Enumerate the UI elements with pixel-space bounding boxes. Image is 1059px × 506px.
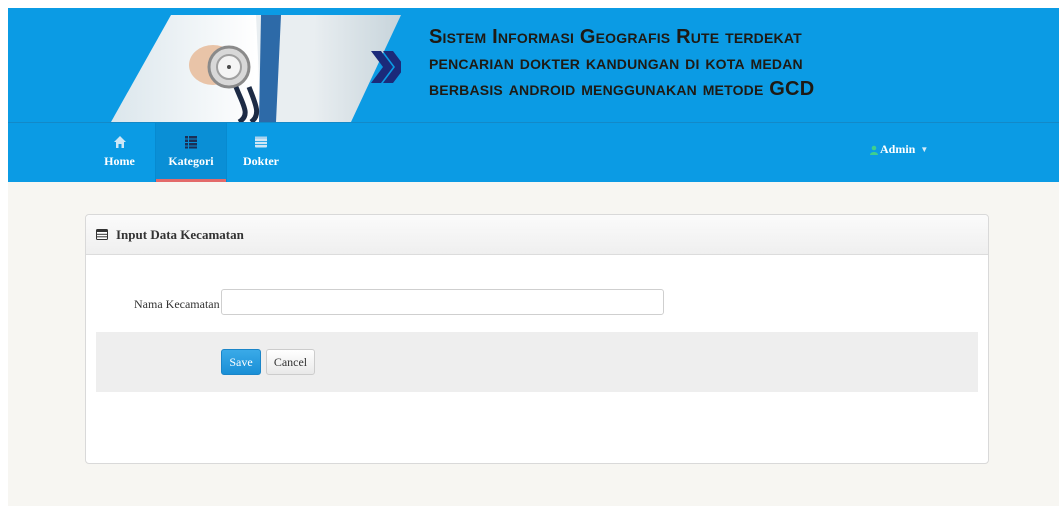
nav-label-dokter: Dokter <box>243 154 279 168</box>
main-navbar: Home Kategori Dokter Admin ▼ <box>8 122 1059 182</box>
nama-kecamatan-input[interactable] <box>221 289 664 315</box>
nav-item-dokter[interactable]: Dokter <box>225 123 297 182</box>
table-icon <box>255 136 267 148</box>
panel-header: Input Data Kecamatan <box>86 215 988 255</box>
nav-label-home: Home <box>104 154 135 168</box>
nav-item-kategori[interactable]: Kategori <box>155 123 227 182</box>
caret-down-icon: ▼ <box>920 145 929 154</box>
form-actions: Save Cancel <box>96 332 978 392</box>
app-body: Sistem Informasi Geografis Rute terdekat… <box>8 8 1059 506</box>
site-title-line-2: pencarian dokter kandungan di kota medan <box>429 52 803 74</box>
user-name: Admin <box>880 142 916 156</box>
user-menu-dropdown[interactable]: Admin ▼ <box>870 142 928 157</box>
nav-label-kategori: Kategori <box>168 154 214 168</box>
panel-title: Input Data Kecamatan <box>116 227 244 242</box>
page: Sistem Informasi Geografis Rute terdekat… <box>0 0 1059 506</box>
list-icon <box>185 136 197 149</box>
home-icon <box>113 136 126 148</box>
nav-item-home[interactable]: Home <box>84 123 155 182</box>
site-title-line-1: Sistem Informasi Geografis Rute terdekat <box>429 26 802 48</box>
site-title: Sistem Informasi Geografis Rute terdekat… <box>429 24 1029 102</box>
table-icon <box>96 229 108 240</box>
header-banner: Sistem Informasi Geografis Rute terdekat… <box>8 8 1059 122</box>
doctor-stethoscope-image <box>111 15 401 122</box>
input-kecamatan-panel: Input Data Kecamatan Nama Kecamatan Save… <box>85 214 989 464</box>
site-title-line-3: berbasis android menggunakan metode GCD <box>429 78 815 100</box>
user-icon <box>870 145 878 155</box>
save-button[interactable]: Save <box>221 349 261 375</box>
nama-kecamatan-label: Nama Kecamatan <box>134 297 220 311</box>
cancel-button[interactable]: Cancel <box>266 349 315 375</box>
